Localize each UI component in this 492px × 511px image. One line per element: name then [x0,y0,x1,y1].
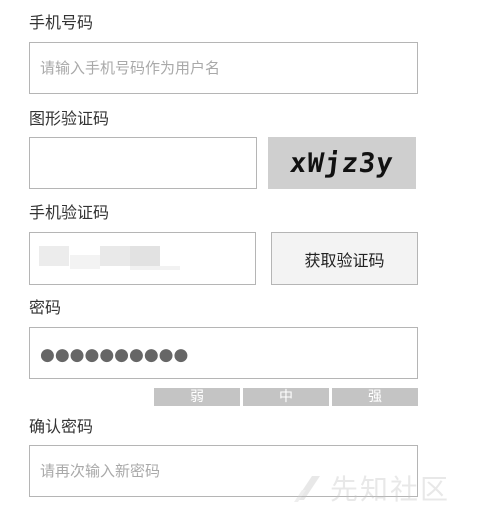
strength-weak: 弱 [154,388,240,406]
redacted-value [130,266,180,270]
redacted-value [70,255,100,269]
watermark-text: 先知社区 [330,473,451,506]
captcha-input[interactable] [29,137,257,189]
confirm-password-label: 确认密码 [29,417,94,436]
phone-input[interactable] [29,42,418,94]
sms-code-label: 手机验证码 [29,203,110,222]
watermark-logo-icon [294,476,320,502]
captcha-text: xWjz3y [288,147,396,179]
captcha-image[interactable]: xWjz3y [268,137,416,189]
redacted-value [130,246,160,266]
redacted-value [100,246,130,266]
watermark: 先知社区 [292,468,450,508]
phone-label: 手机号码 [29,13,94,32]
strength-medium: 中 [243,388,329,406]
password-masked-value: ●●●●●●●●●● [40,345,189,365]
sms-code-input[interactable] [29,232,256,285]
redacted-value [39,246,69,266]
strength-strong: 强 [332,388,418,406]
get-sms-code-button[interactable]: 获取验证码 [271,232,418,285]
captcha-label: 图形验证码 [29,109,110,128]
password-label: 密码 [29,298,62,317]
